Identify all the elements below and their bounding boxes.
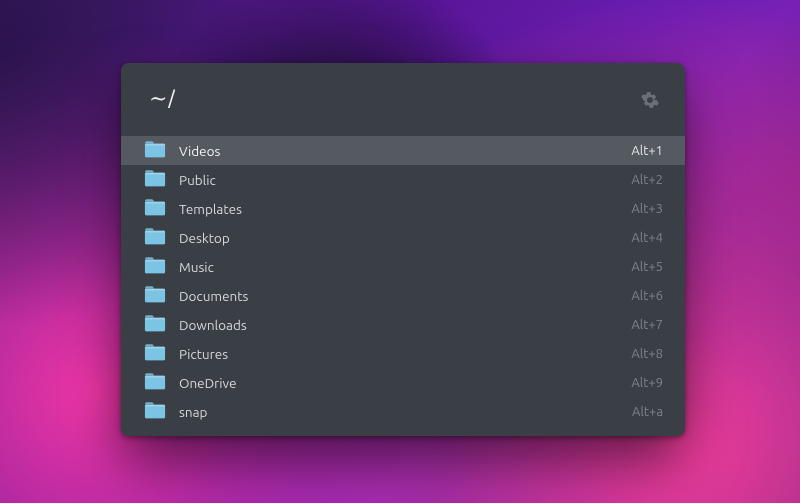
- item-label: Videos: [179, 143, 618, 159]
- item-label: Music: [179, 259, 618, 275]
- list-item[interactable]: Templates Alt+3: [121, 194, 685, 223]
- launcher-header: ~/: [121, 63, 685, 136]
- folder-icon: [144, 286, 166, 306]
- list-item[interactable]: snap Alt+a: [121, 397, 685, 426]
- item-label: Templates: [179, 201, 618, 217]
- item-shortcut: Alt+6: [631, 289, 663, 303]
- result-list: Videos Alt+1 Public Alt+2 Templates Alt+3 Desk…: [121, 136, 685, 436]
- item-shortcut: Alt+4: [631, 231, 663, 245]
- item-shortcut: Alt+7: [631, 318, 663, 332]
- folder-icon: [144, 257, 166, 277]
- item-shortcut: Alt+5: [631, 260, 663, 274]
- folder-icon: [144, 141, 166, 161]
- folder-icon: [144, 228, 166, 248]
- item-shortcut: Alt+a: [632, 405, 663, 419]
- item-shortcut: Alt+9: [631, 376, 663, 390]
- item-label: Pictures: [179, 346, 618, 362]
- item-shortcut: Alt+8: [631, 347, 663, 361]
- item-label: Downloads: [179, 317, 618, 333]
- item-label: Public: [179, 172, 618, 188]
- item-shortcut: Alt+1: [631, 144, 663, 158]
- folder-icon: [144, 344, 166, 364]
- list-item[interactable]: Public Alt+2: [121, 165, 685, 194]
- item-label: OneDrive: [179, 375, 618, 391]
- list-item[interactable]: Downloads Alt+7: [121, 310, 685, 339]
- folder-icon: [144, 170, 166, 190]
- list-item[interactable]: Videos Alt+1: [121, 136, 685, 165]
- list-item[interactable]: Desktop Alt+4: [121, 223, 685, 252]
- item-label: snap: [179, 404, 619, 420]
- folder-icon: [144, 199, 166, 219]
- list-item[interactable]: Documents Alt+6: [121, 281, 685, 310]
- folder-icon: [144, 402, 166, 422]
- launcher-panel: ~/ Videos Alt+1 Public Alt+2 Templates Alt+3 D…: [121, 63, 685, 436]
- item-label: Desktop: [179, 230, 618, 246]
- item-shortcut: Alt+2: [631, 173, 663, 187]
- path-prompt[interactable]: ~/: [149, 87, 641, 112]
- list-item[interactable]: OneDrive Alt+9: [121, 368, 685, 397]
- list-item[interactable]: Pictures Alt+8: [121, 339, 685, 368]
- folder-icon: [144, 315, 166, 335]
- item-shortcut: Alt+3: [631, 202, 663, 216]
- item-label: Documents: [179, 288, 618, 304]
- list-item[interactable]: Music Alt+5: [121, 252, 685, 281]
- folder-icon: [144, 373, 166, 393]
- gear-icon[interactable]: [641, 91, 659, 109]
